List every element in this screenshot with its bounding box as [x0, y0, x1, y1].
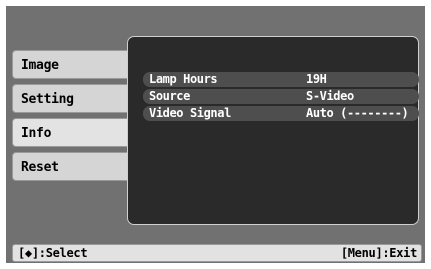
info-label: Video Signal [149, 106, 231, 120]
info-value: Auto (--------) [306, 106, 409, 120]
info-value: 19H [306, 72, 327, 86]
info-row-video-signal: Video Signal Auto (--------) [143, 106, 419, 121]
info-value: S-Video [306, 89, 354, 103]
menu-item-reset[interactable]: Reset [12, 152, 136, 181]
status-bar: [◆]:Select [Menu]:Exit [12, 244, 422, 262]
info-row-lamp-hours: Lamp Hours 19H [143, 72, 419, 87]
info-label: Lamp Hours [149, 72, 218, 86]
info-label: Source [149, 89, 190, 103]
exit-hint: [Menu]:Exit [340, 246, 417, 260]
info-row-source: Source S-Video [143, 89, 419, 104]
menu-item-image[interactable]: Image [12, 50, 136, 79]
info-panel: Lamp Hours 19H Source S-Video Video Sign… [127, 36, 419, 225]
menu-item-setting[interactable]: Setting [12, 84, 136, 113]
menu-item-info[interactable]: Info [12, 118, 136, 147]
select-hint: [◆]:Select [18, 246, 88, 260]
projector-osd-screen: Image Setting Info Reset Lamp Hours 19H … [6, 6, 425, 263]
